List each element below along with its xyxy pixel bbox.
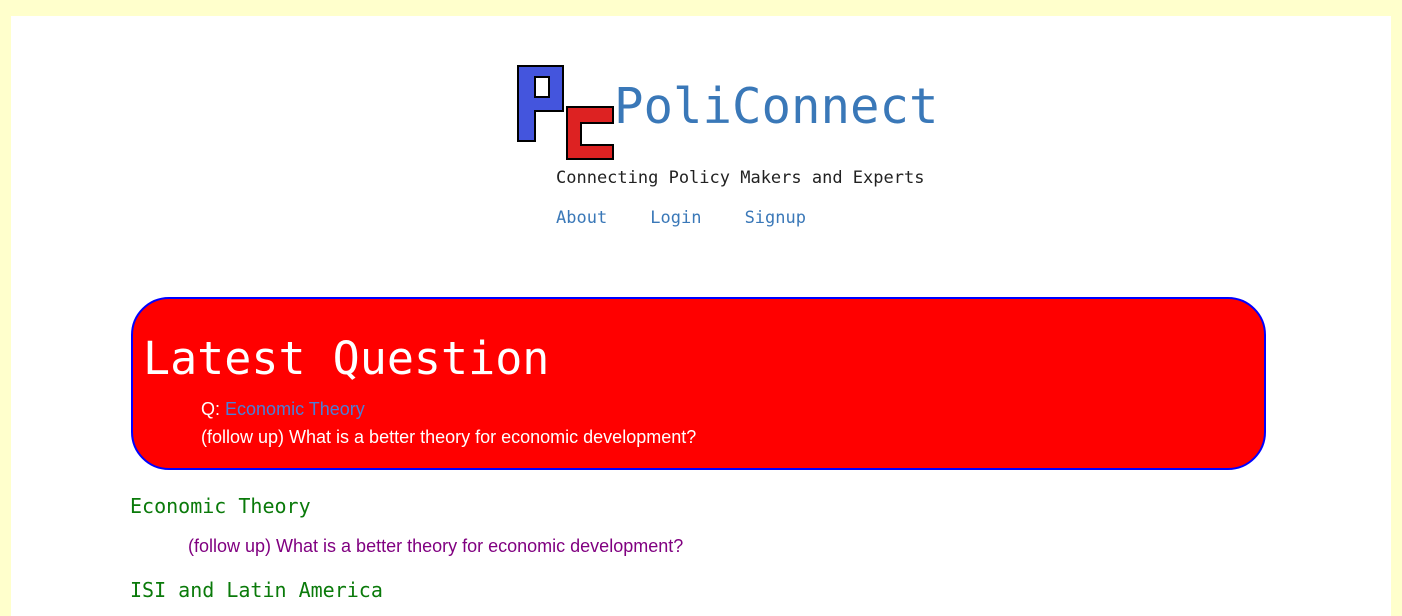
latest-question-panel: Latest Question Q: Economic Theory (foll… [131,297,1266,470]
latest-topic-link[interactable]: Economic Theory [225,399,365,419]
topic-heading[interactable]: ISI and Latin America [130,578,383,602]
latest-question-topic-line: Q: Economic Theory [201,399,365,420]
nav-about-link[interactable]: About [556,208,607,228]
nav-login-link[interactable]: Login [650,208,701,228]
main-nav: About Login Signup [556,208,844,228]
question-prefix: Q: [201,399,221,419]
brand-name[interactable]: PoliConnect [614,77,939,137]
topic-heading[interactable]: Economic Theory [130,494,311,518]
nav-signup-link[interactable]: Signup [745,208,806,228]
latest-question-heading: Latest Question [143,332,550,385]
site-logo[interactable]: PoliConnect [517,65,957,165]
logo-icon [517,65,614,160]
question-link[interactable]: (follow up) What is a better theory for … [188,536,683,557]
latest-question-text: (follow up) What is a better theory for … [201,427,697,447]
tagline: Connecting Policy Makers and Experts [556,168,925,188]
page-container: PoliConnect Connecting Policy Makers and… [11,16,1391,616]
